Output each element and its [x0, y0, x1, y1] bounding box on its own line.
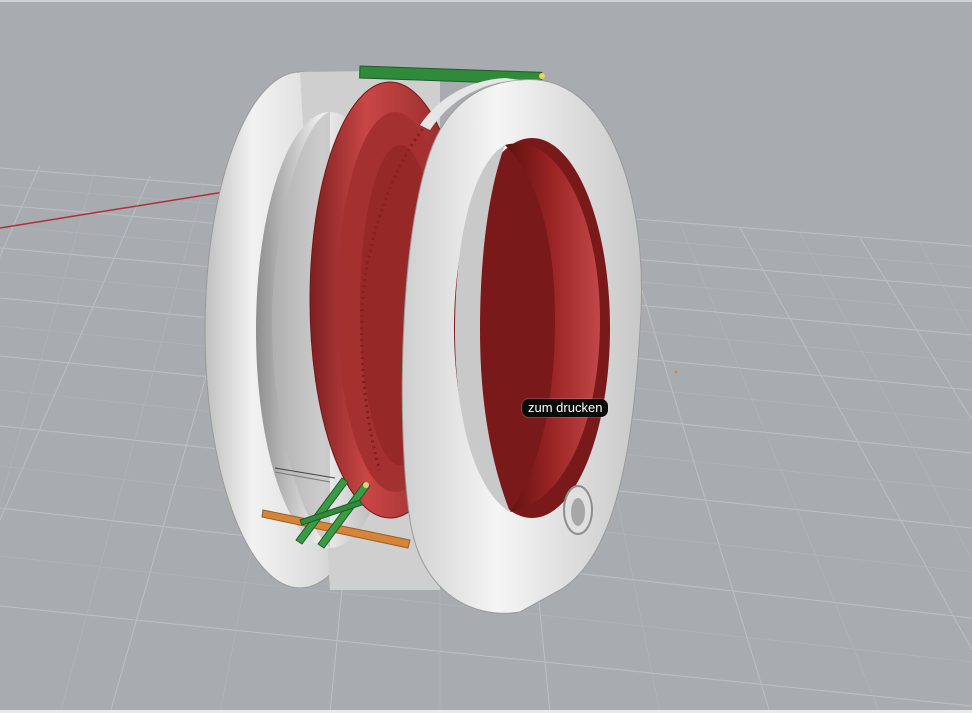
- pivot-marker: [539, 73, 545, 79]
- object-name-tooltip: zum drucken: [522, 399, 609, 417]
- 3d-viewport[interactable]: zum drucken: [0, 0, 972, 713]
- grid-point-marker: [674, 370, 678, 374]
- front-housing[interactable]: [401, 78, 642, 614]
- viewport-scene[interactable]: [0, 0, 972, 713]
